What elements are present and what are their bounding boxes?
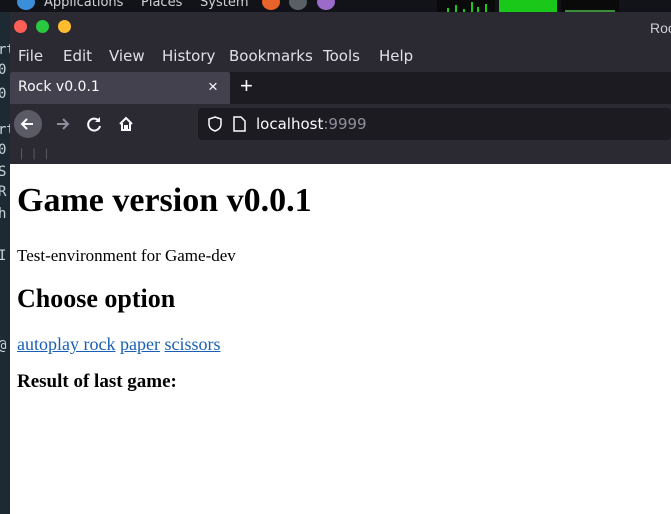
menu-file[interactable]: File bbox=[18, 47, 43, 65]
memory-monitor-graph bbox=[499, 0, 557, 12]
url-host: localhost bbox=[256, 115, 324, 133]
menu-view[interactable]: View bbox=[109, 47, 145, 65]
scissors-link[interactable]: scissors bbox=[164, 334, 220, 354]
page-heading: Game version v0.0.1 bbox=[17, 182, 312, 219]
network-monitor-graph bbox=[561, 0, 619, 12]
autoplay-rock-link[interactable]: autoplay rock bbox=[17, 334, 115, 354]
terminal-text: 0 bbox=[0, 86, 7, 102]
terminal-text: S bbox=[0, 164, 7, 180]
window-titlebar[interactable]: Rock bbox=[10, 12, 671, 44]
options-heading: Choose option bbox=[17, 284, 176, 313]
home-button[interactable] bbox=[112, 110, 140, 138]
menu-applications[interactable]: Applications bbox=[44, 0, 123, 10]
page-subtitle: Test-environment for Game-dev bbox=[17, 246, 236, 265]
forward-button[interactable] bbox=[48, 110, 76, 138]
result-heading: Result of last game: bbox=[17, 371, 177, 392]
tab-title: Rock v0.0.1 bbox=[18, 79, 100, 95]
menu-places[interactable]: Places bbox=[141, 0, 182, 10]
bookmarks-separators: | | | bbox=[20, 146, 52, 160]
maximize-window-button[interactable] bbox=[36, 20, 49, 33]
reload-icon bbox=[87, 117, 101, 132]
menu-help[interactable]: Help bbox=[379, 47, 413, 65]
terminal-text: I bbox=[0, 248, 7, 264]
url-port: :9999 bbox=[323, 115, 367, 133]
option-links: autoplay rock paper scissors bbox=[17, 334, 220, 355]
page-info-icon[interactable] bbox=[232, 116, 246, 132]
paper-link[interactable]: paper bbox=[120, 334, 160, 354]
window-title: Rock bbox=[650, 20, 671, 36]
terminal-text: 0 bbox=[0, 142, 7, 158]
menu-bar: File Edit View History Bookmarks Tools H… bbox=[10, 44, 671, 70]
terminal-text: 0 bbox=[0, 62, 7, 78]
menu-tools[interactable]: Tools bbox=[323, 47, 360, 65]
close-tab-icon[interactable]: × bbox=[208, 77, 218, 97]
text-editor-launcher-icon[interactable] bbox=[317, 0, 335, 10]
back-arrow-icon bbox=[20, 118, 33, 130]
bookmarks-toolbar: | | | bbox=[10, 144, 671, 164]
tab-rock[interactable]: Rock v0.0.1 × bbox=[10, 72, 230, 104]
cpu-monitor-graph bbox=[437, 0, 495, 12]
applications-icon[interactable] bbox=[17, 0, 35, 10]
desktop-top-panel: Applications Places System bbox=[0, 0, 671, 12]
terminal-text: h bbox=[0, 206, 7, 222]
back-button[interactable] bbox=[14, 110, 42, 138]
address-bar[interactable]: localhost:9999 bbox=[198, 108, 671, 140]
minimize-window-button[interactable] bbox=[58, 20, 71, 33]
menu-system[interactable]: System bbox=[200, 0, 248, 10]
home-icon bbox=[119, 116, 133, 131]
forward-arrow-icon bbox=[57, 118, 70, 130]
reload-button[interactable] bbox=[80, 110, 108, 138]
browser-window: Rock File Edit View History Bookmarks To… bbox=[10, 12, 671, 514]
tracking-shield-icon[interactable] bbox=[206, 115, 224, 133]
close-window-button[interactable] bbox=[14, 20, 27, 33]
firefox-launcher-icon[interactable] bbox=[262, 0, 280, 10]
page-content: Game version v0.0.1 Test-environment for… bbox=[10, 164, 671, 514]
menu-bookmarks[interactable]: Bookmarks bbox=[229, 47, 313, 65]
terminal-text: @ bbox=[0, 338, 6, 354]
tab-bar: Rock v0.0.1 × + bbox=[10, 72, 671, 104]
new-tab-button[interactable]: + bbox=[240, 73, 253, 99]
terminal-launcher-icon[interactable] bbox=[289, 0, 307, 10]
navigation-toolbar: localhost:9999 bbox=[10, 104, 671, 144]
menu-history[interactable]: History bbox=[162, 47, 215, 65]
terminal-text: R bbox=[0, 184, 7, 200]
url-text: localhost:9999 bbox=[256, 115, 367, 133]
menu-edit[interactable]: Edit bbox=[63, 47, 92, 65]
